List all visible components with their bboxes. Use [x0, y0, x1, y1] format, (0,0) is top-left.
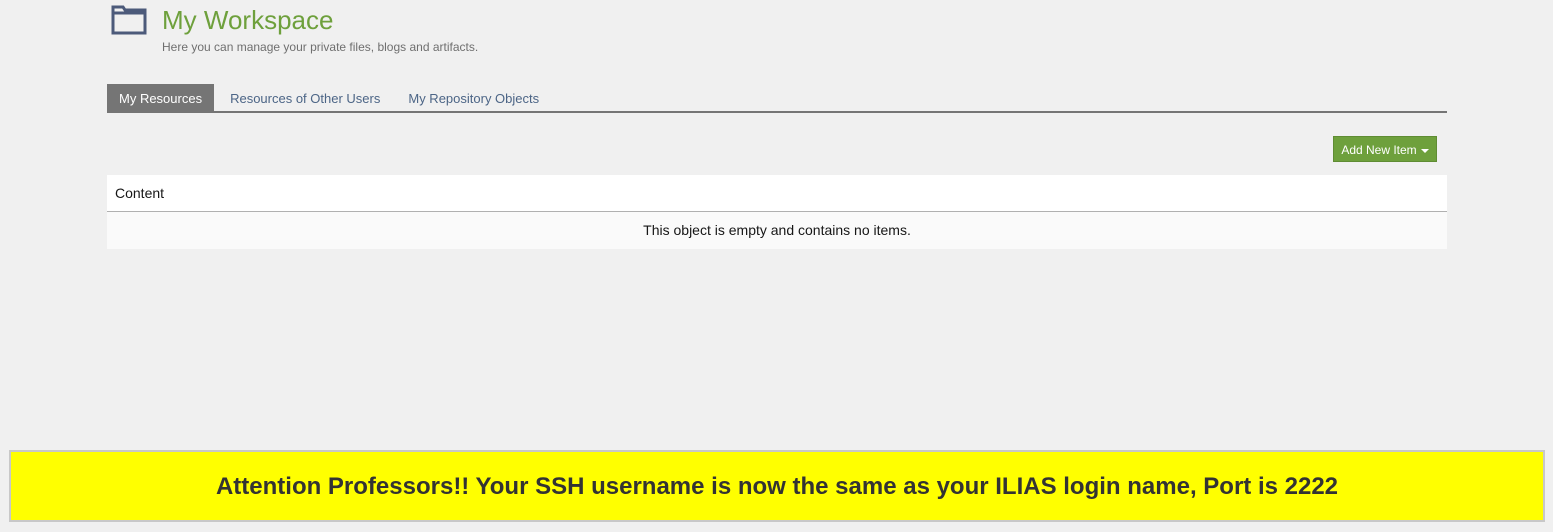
tab-resources-of-other-users[interactable]: Resources of Other Users — [218, 84, 392, 111]
caret-down-icon — [1420, 148, 1429, 153]
content-panel: Content This object is empty and contain… — [107, 175, 1447, 249]
workspace-page: My Workspace Here you can manage your pr… — [0, 0, 1553, 532]
page-title: My Workspace — [162, 5, 334, 35]
notice-banner: Attention Professors!! Your SSH username… — [9, 450, 1545, 522]
tab-my-resources[interactable]: My Resources — [107, 84, 215, 111]
tab-bar: My Resources Resources of Other Users My… — [107, 84, 1447, 113]
folder-icon — [111, 5, 147, 35]
empty-message: This object is empty and contains no ite… — [643, 222, 911, 238]
page-header: My Workspace Here you can manage your pr… — [107, 0, 1447, 60]
tab-my-repository-objects[interactable]: My Repository Objects — [396, 84, 551, 111]
add-new-item-label: Add New Item — [1341, 143, 1417, 157]
content-panel-header: Content — [107, 175, 1447, 212]
add-new-item-button[interactable]: Add New Item — [1333, 136, 1437, 162]
page-subtitle: Here you can manage your private files, … — [162, 40, 479, 54]
